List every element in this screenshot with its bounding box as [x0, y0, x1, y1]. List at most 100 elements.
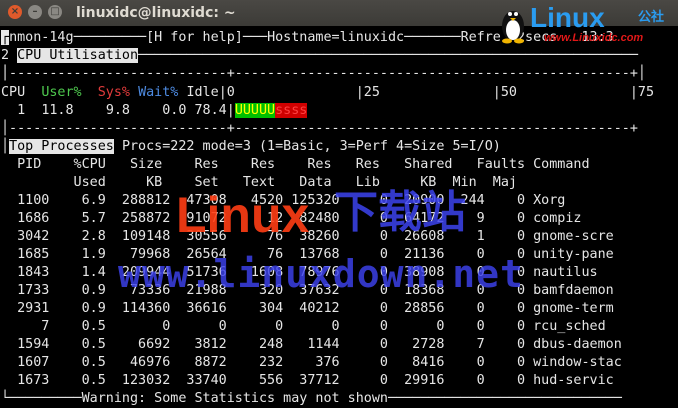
logo-cn: 公社: [638, 10, 665, 25]
cell-lib: 0: [339, 373, 388, 388]
table-row: 1673 0.5 123032 33740 556 37712 0 29916 …: [1, 372, 614, 390]
cell-text: 0: [226, 319, 284, 334]
footer-line: └─────────Warning: Some Statistics may n…: [1, 391, 622, 406]
cpu-graph-bottom: │---------------------------+-----------…: [1, 121, 638, 136]
watermark-cn: 下载站: [334, 187, 466, 238]
cell-pid: 1843: [1, 265, 50, 280]
cell-command: dbus-daemon: [525, 337, 622, 352]
maximize-icon[interactable]: □: [48, 5, 62, 19]
cell-data: 376: [283, 355, 340, 370]
cell-size: 288812: [105, 193, 171, 208]
user-value: 11.8: [41, 103, 74, 118]
cell-maj: 0: [484, 229, 526, 244]
cell-cpu: 0.9: [49, 283, 106, 298]
cell-data: 37712: [283, 373, 340, 388]
cell-res: 8872: [170, 355, 227, 370]
tux-penguin-icon: [502, 11, 524, 44]
cell-data: 0: [283, 319, 340, 334]
cell-cpu: 1.4: [49, 265, 106, 280]
cell-cpu: 0.9: [49, 301, 106, 316]
cell-pid: 7: [1, 319, 50, 334]
idle-value: 78.4: [194, 103, 227, 118]
wait-value: 0.0: [162, 103, 187, 118]
cell-maj: 0: [484, 373, 526, 388]
cpu-bar-sys: ssss: [275, 103, 308, 118]
cell-shared: 8416: [388, 355, 445, 370]
hostname: Hostname=linuxidc: [267, 30, 405, 45]
cell-command: nautilus: [525, 265, 598, 280]
cell-pid: 1607: [1, 355, 50, 370]
cell-cpu: 1.9: [49, 247, 106, 262]
cell-cpu: 6.9: [49, 193, 106, 208]
cpu-graph-top: │---------------------------+-----------…: [1, 66, 638, 81]
cell-shared: 28856: [388, 301, 445, 316]
close-icon[interactable]: ×: [8, 5, 22, 19]
cell-res: 33740: [170, 373, 227, 388]
cell-cpu: 5.7: [49, 211, 106, 226]
cpu-panel-title: CPU Utilisation: [17, 48, 139, 63]
cell-text: 248: [226, 337, 284, 352]
top-processes-header: │Top Processes Procs=222 mode=3 (1=Basic…: [1, 139, 501, 154]
cell-lib: 0: [339, 301, 388, 316]
cell-command: compiz: [525, 211, 582, 226]
cell-min: 0: [444, 319, 485, 334]
cpu-id: 1: [17, 103, 26, 118]
user-col-label: User%: [41, 85, 82, 100]
cell-min: 7: [444, 337, 485, 352]
help-hint: [H for help]: [146, 30, 243, 45]
cell-maj: 0: [484, 193, 526, 208]
cell-command: rcu_sched: [525, 319, 606, 334]
sys-value: 9.8: [105, 103, 130, 118]
cell-pid: 1685: [1, 247, 50, 262]
cell-command: gnome-scre: [525, 229, 614, 244]
cell-shared: 29916: [388, 373, 445, 388]
cell-text: 232: [226, 355, 284, 370]
cell-lib: 0: [339, 319, 388, 334]
cell-res: 3812: [170, 337, 227, 352]
watermark-linux: Linux: [176, 187, 310, 243]
cell-maj: 0: [484, 211, 526, 226]
top-processes-title: Top Processes: [9, 139, 114, 154]
cell-cpu: 0.5: [49, 373, 106, 388]
cell-command: Xorg: [525, 193, 566, 208]
warning-text: Warning: Some Statistics may not shown: [81, 391, 388, 406]
cell-command: gnome-term: [525, 301, 614, 316]
cpu-header-row: CPU User% Sys% Wait% Idle|0 |25 |50 |75: [1, 85, 655, 100]
logo-text: Linux: [530, 2, 605, 33]
cpu-panel-header: 2 CPU Utilisation───────────────────────…: [1, 48, 638, 63]
terminal-area[interactable]: ┌nmon-14g─────────[H for help]───Hostnam…: [0, 26, 678, 408]
cell-cpu: 0.5: [49, 319, 106, 334]
cell-cpu: 2.8: [49, 229, 106, 244]
logo-url: www.Linuxidc.com: [544, 32, 644, 44]
top-processes-info: Procs=222 mode=3 (1=Basic, 3=Perf 4=Size…: [121, 139, 501, 154]
cell-pid: 1673: [1, 373, 50, 388]
cell-maj: 0: [484, 337, 526, 352]
cell-text: 304: [226, 301, 284, 316]
cell-size: 46976: [105, 355, 171, 370]
minimize-icon[interactable]: –: [28, 5, 42, 19]
cell-cpu: 0.5: [49, 337, 106, 352]
cpu-scale: 0 |25 |50 |75: [226, 85, 655, 100]
cpu-col-label: CPU: [1, 85, 26, 100]
cell-text: 556: [226, 373, 284, 388]
cell-lib: 0: [339, 355, 388, 370]
site-logo: Linux 公社 www.Linuxidc.com: [496, 2, 678, 46]
cell-command: hud-servic: [525, 373, 614, 388]
watermark-url: www.linuxdown.net: [118, 252, 524, 296]
table-row: 7 0.5 0 0 0 0 0 0 0 0 rcu_sched: [1, 318, 606, 336]
cell-maj: 0: [484, 319, 526, 334]
sys-col-label: Sys%: [97, 85, 130, 100]
cpu-data-row: 1 11.8 9.8 0.0 78.4|UUUUUssss: [17, 103, 308, 118]
table-row: 1594 0.5 6692 3812 248 1144 0 2728 7 0 d…: [1, 336, 622, 354]
cell-shared: 2728: [388, 337, 445, 352]
cell-size: 114360: [105, 301, 171, 316]
cell-maj: 0: [484, 301, 526, 316]
cell-data: 1144: [283, 337, 340, 352]
cell-size: 0: [105, 319, 171, 334]
cell-res: 36616: [170, 301, 227, 316]
cell-size: 6692: [105, 337, 171, 352]
cell-maj: 0: [484, 355, 526, 370]
cell-pid: 1733: [1, 283, 50, 298]
cell-size: 123032: [105, 373, 171, 388]
table-row: 2931 0.9 114360 36616 304 40212 0 28856 …: [1, 300, 614, 318]
